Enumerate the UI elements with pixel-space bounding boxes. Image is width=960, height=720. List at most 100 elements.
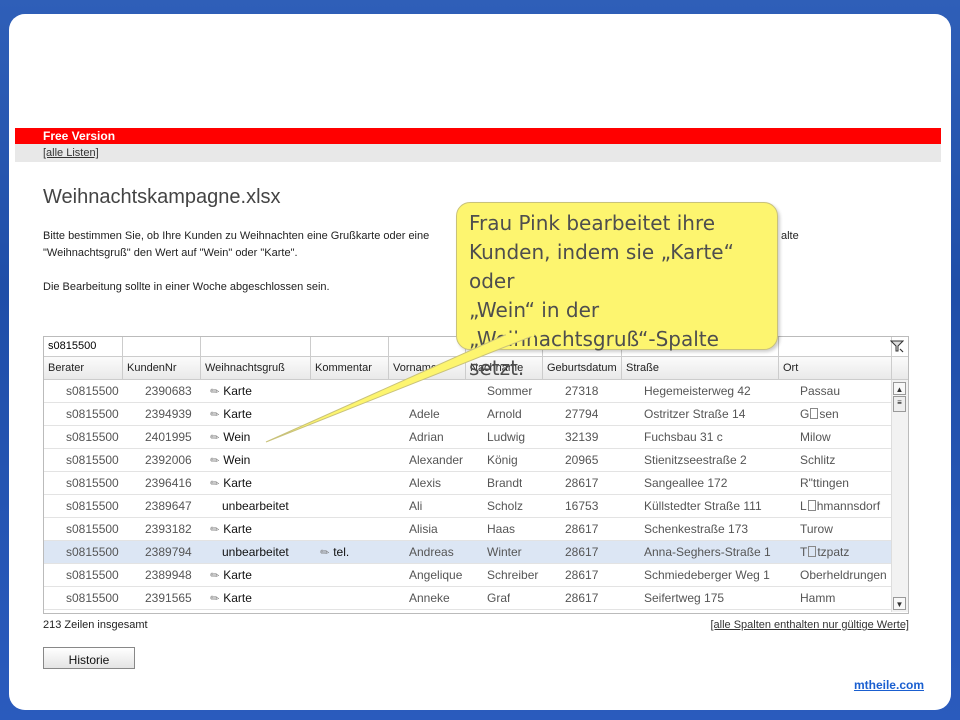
cell-geburtsdatum: 20965	[565, 453, 599, 467]
table-row[interactable]: s0815500 2392006 ✏ Wein Alexander König 2…	[44, 449, 892, 472]
funnel-icon[interactable]	[890, 339, 904, 353]
column-header-kundennr[interactable]: KundenNr	[123, 357, 201, 379]
cell-gruss[interactable]: ✏ Karte	[210, 403, 252, 425]
cell-vorname: Alexis	[409, 476, 442, 490]
cell-nachname: König	[487, 453, 518, 467]
cell-gruss[interactable]: ✏ Karte	[210, 380, 252, 402]
ort-part-b: hmannsdorf	[816, 499, 881, 513]
cell-gruss[interactable]: ✏ Wein	[210, 449, 250, 471]
cell-nachname: Haas	[487, 522, 516, 536]
filter-kundennr[interactable]	[123, 337, 201, 356]
missing-glyph-icon	[810, 408, 819, 419]
cell-nachname: Brandt	[487, 476, 523, 490]
scroll-up-icon[interactable]: ▲	[893, 382, 906, 395]
cell-vorname: Alexander	[409, 453, 464, 467]
cell-vorname: Anneke	[409, 591, 450, 605]
filter-vorname[interactable]	[389, 337, 466, 356]
cell-kundennr: 2396416	[145, 476, 192, 490]
cell-berater: s0815500	[66, 407, 119, 421]
table-row[interactable]: s0815500 2396416 ✏ Karte Alexis Brandt 28…	[44, 472, 892, 495]
cell-nachname: Sommer	[487, 384, 533, 398]
cell-ort: Oberheldrungen	[800, 568, 887, 582]
cell-strasse: Schenkestraße 173	[644, 522, 749, 536]
cell-gruss[interactable]: unbearbeitet	[222, 495, 289, 517]
row-count: 213 Zeilen insgesamt	[43, 619, 148, 631]
kommentar-value: tel.	[333, 545, 350, 559]
table-row-selected[interactable]: s0815500 2389794 unbearbeitet ✏ tel. Andr…	[44, 541, 892, 564]
table-row[interactable]: s0815500 2389647 unbearbeitet Ali Scholz…	[44, 495, 892, 518]
callout-line-4: „Weihnachtsgruß“-Spalte setzt.	[469, 327, 719, 380]
cell-ort: Hamm	[800, 591, 836, 605]
gruss-value: Karte	[223, 407, 252, 421]
pencil-icon: ✏	[210, 454, 221, 468]
all-lists-link[interactable]: [alle Listen]	[43, 144, 99, 162]
cell-kundennr: 2389647	[145, 499, 192, 513]
cell-geburtsdatum: 27318	[565, 384, 599, 398]
cell-nachname: Arnold	[487, 407, 522, 421]
cell-gruss[interactable]: unbearbeitet	[222, 541, 289, 563]
cell-ort: Ttzpatz	[800, 541, 890, 563]
column-header-berater[interactable]: Berater	[44, 357, 123, 379]
cell-gruss[interactable]: ✏ Karte	[210, 587, 252, 609]
cell-geburtsdatum: 16753	[565, 499, 599, 513]
cell-geburtsdatum: 28617	[565, 476, 599, 490]
callout-line-2: Kunden, indem sie „Karte“ oder	[469, 240, 734, 293]
table-row[interactable]: s0815500 2389948 ✏ Karte Angelique Schrei…	[44, 564, 892, 587]
cell-strasse: Sangeallee 172	[644, 476, 728, 490]
cell-geburtsdatum: 28617	[565, 522, 599, 536]
ort-part-a: T	[800, 545, 808, 559]
cell-geburtsdatum: 27794	[565, 407, 599, 421]
ort-part-a: G	[800, 407, 810, 421]
cell-kundennr: 2401995	[145, 430, 192, 444]
filter-kommentar[interactable]	[311, 337, 389, 356]
scroll-thumb[interactable]: ≡	[893, 396, 906, 412]
gruss-value: Karte	[223, 384, 252, 398]
cell-strasse: Stienitzseestraße 2	[644, 453, 747, 467]
callout-text: Frau Pink bearbeitet ihre Kunden, indem …	[469, 209, 774, 383]
cell-berater: s0815500	[66, 522, 119, 536]
cell-berater: s0815500	[66, 453, 119, 467]
cell-vorname: Alisia	[409, 522, 438, 536]
cell-strasse: Fuchsbau 31 c	[644, 430, 723, 444]
cell-gruss[interactable]: ✏ Karte	[210, 472, 252, 494]
column-header-ort[interactable]: Ort	[779, 357, 892, 379]
filter-gruss[interactable]	[201, 337, 311, 356]
cell-ort: Passau	[800, 384, 841, 398]
cell-kommentar[interactable]: ✏ tel.	[320, 541, 349, 563]
valid-values-link[interactable]: [alle Spalten enthalten nur gültige Wert…	[710, 619, 909, 631]
column-header-kommentar[interactable]: Kommentar	[311, 357, 389, 379]
vertical-scrollbar[interactable]: ▲ ≡ ▼	[891, 380, 908, 612]
cell-nachname: Graf	[487, 591, 511, 605]
scroll-down-icon[interactable]: ▼	[893, 597, 906, 610]
cell-gruss[interactable]: ✏ Karte	[210, 518, 252, 540]
pencil-icon: ✏	[210, 569, 221, 583]
brand-link[interactable]: mtheile.com	[854, 678, 924, 692]
table-row[interactable]: s0815500 2391565 ✏ Karte Anneke Graf 2861…	[44, 587, 892, 610]
nav-bar: [alle Listen]	[15, 144, 941, 162]
column-header-vorname[interactable]: Vorname	[389, 357, 466, 379]
table-row[interactable]: s0815500 2394939 ✏ Karte Adele Arnold 277…	[44, 403, 892, 426]
missing-glyph-icon	[808, 546, 817, 557]
cell-vorname: Adrian	[409, 430, 444, 444]
cell-berater: s0815500	[66, 499, 119, 513]
table-row[interactable]: s0815500 2393182 ✏ Karte Alisia Haas 2861…	[44, 518, 892, 541]
pencil-icon: ✏	[210, 523, 221, 537]
cell-nachname: Ludwig	[487, 430, 526, 444]
pencil-icon: ✏	[210, 477, 221, 491]
filter-ort[interactable]	[779, 337, 892, 356]
table-row[interactable]: s0815500 2401995 ✏ Wein Adrian Ludwig 321…	[44, 426, 892, 449]
history-button[interactable]: Historie	[43, 647, 135, 669]
cell-geburtsdatum: 32139	[565, 430, 599, 444]
cell-strasse: Ostritzer Straße 14	[644, 407, 746, 421]
column-header-weihnachtsgruss[interactable]: Weihnachtsgruß	[201, 357, 311, 379]
gruss-value: Karte	[223, 568, 252, 582]
cell-geburtsdatum: 28617	[565, 568, 599, 582]
table-row[interactable]: s0815500 2390683 ✏ Karte Sommer 27318 Heg…	[44, 380, 892, 403]
filter-berater[interactable]: s0815500	[44, 337, 123, 356]
cell-gruss[interactable]: ✏ Wein	[210, 426, 250, 448]
cell-vorname: Angelique	[409, 568, 463, 582]
cell-vorname: Adele	[409, 407, 440, 421]
cell-ort: Schlitz	[800, 453, 836, 467]
cell-gruss[interactable]: ✏ Karte	[210, 564, 252, 586]
pencil-icon: ✏	[210, 431, 221, 445]
